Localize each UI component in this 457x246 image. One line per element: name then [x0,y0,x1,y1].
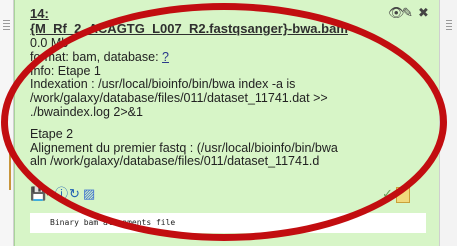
check-icon[interactable]: ✓ [382,186,393,202]
info-line: ./bwaindex.log 2>&1 [30,104,143,119]
dataset-format-line: format: bam, database: ? [30,49,416,65]
info-line: /work/galaxy/database/files/011/dataset_… [30,91,328,106]
left-panel-edge [0,0,14,246]
right-scrollbar[interactable] [439,0,457,246]
left-resize-grip[interactable] [3,20,10,30]
delete-icon[interactable]: ✖ [418,6,429,20]
info-gap [30,120,416,128]
dataset-name[interactable]: {M_Rf_2_ACAGTG_L007_R2.fastqsanger}-bwa.… [30,21,416,36]
info-line: Info: Etape 1 [30,63,101,78]
info-line: Alignement du premier fastq : (/usr/loca… [30,140,338,155]
dataset-peek: Binary bam alignments file [30,213,426,233]
caret-icon[interactable]: ▾ [45,186,50,202]
dataset-size: 0.0 Mb [30,36,69,50]
dataset-actions: 👁 ✎ ✖ [388,6,434,20]
dataset-hid[interactable]: 14: [30,6,49,21]
database-link[interactable]: ? [162,50,169,64]
dataset-details: 0.0 Mb format: bam, database: ? Info: Et… [30,36,416,169]
format-label: format: bam, database: [30,49,159,64]
rerun-icon[interactable]: ↻ [69,186,80,202]
info-line: Indexation : /usr/local/bioinfo/bin/bwa … [30,77,296,92]
info-line: aln /work/galaxy/database/files/011/data… [30,154,320,169]
dataset-title[interactable]: 14: {M_Rf_2_ACAGTG_L007_R2.fastqsanger}-… [30,6,416,36]
dataset-toolbar: 💾 ▾ ⓘ ↻ ▨ ✓ [30,186,430,204]
pencil-icon[interactable]: ✎ [402,6,413,20]
note-icon[interactable] [396,187,410,203]
left-panel-accent [9,150,11,190]
right-resize-grip[interactable] [446,20,452,30]
disk-icon[interactable]: 💾 [30,186,46,202]
info-line: Etape 2 [30,126,74,141]
chart-icon[interactable]: ▨ [83,186,95,202]
info-icon[interactable]: ⓘ [55,186,68,202]
